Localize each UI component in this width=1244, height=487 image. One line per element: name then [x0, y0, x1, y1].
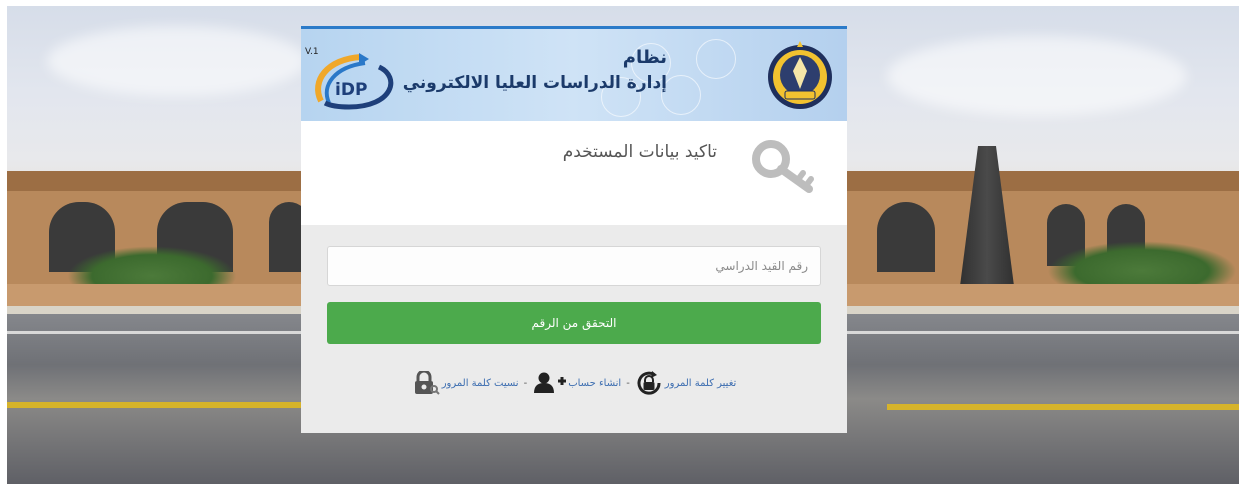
registration-number-input[interactable] — [327, 246, 821, 286]
building-left — [7, 171, 307, 191]
account-links: نسيت كلمة المرور - انشاء حساب - تغيير كل… — [301, 368, 847, 398]
verify-button-label: التحقق من الرقم — [531, 316, 617, 330]
svg-text:iDP: iDP — [335, 80, 367, 100]
key-icon — [752, 140, 814, 193]
form-panel: التحقق من الرقم نسيت كلمة المرور - — [301, 225, 847, 433]
link-separator: - — [523, 377, 528, 389]
change-password-text[interactable]: تغيير كلمة المرور — [665, 378, 737, 389]
system-title-line1: نظام — [622, 47, 667, 68]
system-banner: V.1 iDP نظام إدارة الدراسات العليا الالك… — [301, 26, 847, 121]
link-separator: - — [626, 377, 630, 389]
verification-card: V.1 iDP نظام إدارة الدراسات العليا الالك… — [301, 26, 847, 433]
create-account-link[interactable]: انشاء حساب — [532, 372, 621, 394]
add-user-icon — [534, 372, 567, 393]
university-emblem — [768, 41, 832, 109]
verify-number-button[interactable]: التحقق من الرقم — [327, 302, 821, 344]
idp-logo: iDP — [315, 53, 394, 110]
page-title: تاكيد بيانات المستخدم — [562, 142, 717, 162]
forgot-password-link[interactable]: نسيت كلمة المرور — [412, 371, 519, 395]
building-right — [847, 171, 1239, 191]
system-title-line2: إدارة الدراسات العليا الالكتروني — [402, 73, 667, 93]
lock-key-icon — [414, 371, 440, 395]
create-account-text[interactable]: انشاء حساب — [568, 378, 621, 389]
page-header: تاكيد بيانات المستخدم — [301, 121, 847, 225]
forgot-password-text[interactable]: نسيت كلمة المرور — [442, 378, 519, 389]
lock-rotate-icon — [637, 371, 661, 395]
change-password-link[interactable]: تغيير كلمة المرور — [635, 369, 737, 397]
